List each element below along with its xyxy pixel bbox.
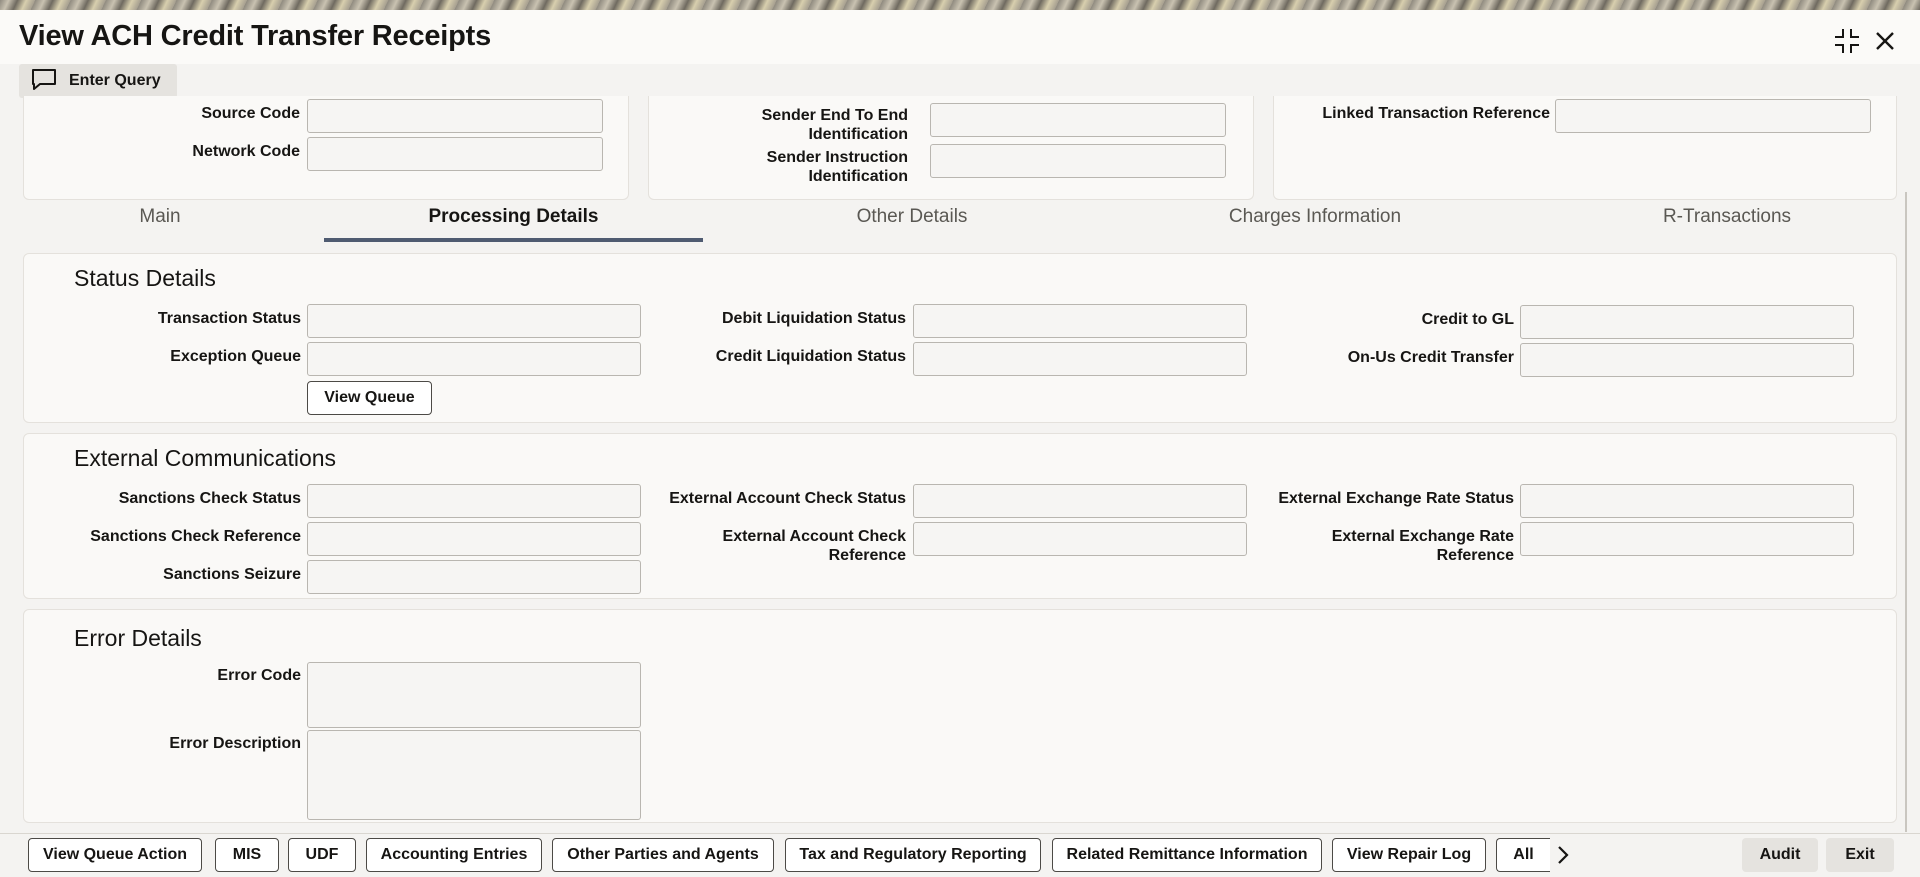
exception-queue-input[interactable] (307, 342, 641, 376)
tab-charges-information[interactable]: Charges Information (1180, 200, 1450, 244)
sanctions-seizure-input[interactable] (307, 560, 641, 594)
credit-liquidation-status-input[interactable] (913, 342, 1247, 376)
ext-account-check-status-label: External Account Check Status (669, 490, 906, 507)
status-details-title: Status Details (74, 265, 216, 291)
source-code-input[interactable] (307, 99, 603, 133)
all-button[interactable]: All (1496, 838, 1550, 872)
tab-main[interactable]: Main (60, 200, 260, 244)
sanctions-check-status-input[interactable] (307, 484, 641, 518)
ext-exchange-rate-reference-label: External Exchange Rate Reference (1331, 528, 1514, 564)
status-details-panel: Status Details Transaction Status Except… (23, 253, 1897, 423)
enter-query-label: Enter Query (69, 72, 161, 89)
exception-queue-label: Exception Queue (170, 348, 301, 365)
sanctions-check-reference-label: Sanctions Check Reference (90, 528, 301, 545)
network-code-label: Network Code (192, 143, 300, 160)
query-toolbar: Enter Query (0, 64, 1920, 100)
error-details-title: Error Details (74, 625, 202, 651)
audit-button[interactable]: Audit (1742, 838, 1818, 872)
linked-transaction-label: Linked Transaction Reference (1322, 105, 1550, 122)
debit-liquidation-status-label: Debit Liquidation Status (722, 310, 906, 327)
ext-exchange-rate-reference-input[interactable] (1520, 522, 1854, 556)
tax-regulatory-reporting-button[interactable]: Tax and Regulatory Reporting (785, 838, 1041, 872)
onus-credit-transfer-input[interactable] (1520, 343, 1854, 377)
debit-liquidation-status-input[interactable] (913, 304, 1247, 338)
view-queue-action-button[interactable]: View Queue Action (28, 838, 202, 872)
tab-r-transactions[interactable]: R-Transactions (1600, 200, 1854, 244)
source-code-label: Source Code (201, 105, 300, 122)
chevron-right-icon[interactable] (1551, 842, 1575, 868)
onus-credit-transfer-label: On-Us Credit Transfer (1347, 349, 1514, 366)
network-code-input[interactable] (307, 137, 603, 171)
mis-button[interactable]: MIS (215, 838, 279, 872)
top-decor-band (0, 0, 1920, 10)
page-title: View ACH Credit Transfer Receipts (19, 20, 492, 52)
ext-exchange-rate-status-input[interactable] (1520, 484, 1854, 518)
sender-instruction-input[interactable] (930, 144, 1226, 178)
ext-exchange-rate-status-label: External Exchange Rate Status (1278, 490, 1514, 507)
header-panel-middle: Sender End To End Identification Sender … (648, 96, 1254, 200)
chat-bubble-icon (31, 68, 57, 95)
sender-e2e-input[interactable] (930, 103, 1226, 137)
sender-e2e-label: Sender End To End Identification (761, 107, 908, 143)
credit-liquidation-status-label: Credit Liquidation Status (715, 348, 906, 365)
ext-account-check-status-input[interactable] (913, 484, 1247, 518)
ext-account-check-reference-input[interactable] (913, 522, 1247, 556)
error-code-input[interactable] (307, 662, 641, 728)
udf-button[interactable]: UDF (288, 838, 356, 872)
sanctions-seizure-label: Sanctions Seizure (163, 566, 301, 583)
sender-instruction-label: Sender Instruction Identification (766, 149, 908, 185)
tab-bar: Main Processing Details Other Details Ch… (0, 200, 1920, 244)
header-panel-left: Source Code Network Code (23, 96, 629, 200)
error-code-label: Error Code (217, 667, 301, 684)
view-repair-log-button[interactable]: View Repair Log (1332, 838, 1486, 872)
transaction-status-input[interactable] (307, 304, 641, 338)
other-parties-agents-button[interactable]: Other Parties and Agents (552, 838, 774, 872)
scrollbar[interactable] (1905, 192, 1907, 832)
external-communications-panel: External Communications Sanctions Check … (23, 433, 1897, 599)
transaction-status-label: Transaction Status (157, 310, 301, 327)
tab-other-details[interactable]: Other Details (780, 200, 1044, 244)
linked-transaction-input[interactable] (1555, 99, 1871, 133)
close-icon[interactable] (1870, 26, 1900, 56)
header-panel-right: Linked Transaction Reference (1273, 96, 1897, 200)
tab-processing-details[interactable]: Processing Details (324, 200, 703, 244)
error-details-panel: Error Details Error Code Error Descripti… (23, 609, 1897, 823)
exit-button[interactable]: Exit (1826, 838, 1894, 872)
related-remittance-info-button[interactable]: Related Remittance Information (1052, 838, 1322, 872)
credit-to-gl-label: Credit to GL (1421, 311, 1514, 328)
accounting-entries-button[interactable]: Accounting Entries (366, 838, 542, 872)
error-description-input[interactable] (307, 730, 641, 820)
view-queue-button[interactable]: View Queue (307, 381, 432, 415)
error-description-label: Error Description (169, 735, 301, 752)
sanctions-check-status-label: Sanctions Check Status (118, 490, 301, 507)
collapse-icon[interactable] (1832, 26, 1862, 56)
sanctions-check-reference-input[interactable] (307, 522, 641, 556)
footer-toolbar: View Queue Action MIS UDF Accounting Ent… (0, 833, 1920, 877)
external-communications-title: External Communications (74, 445, 337, 471)
title-bar: View ACH Credit Transfer Receipts (0, 10, 1920, 64)
credit-to-gl-input[interactable] (1520, 305, 1854, 339)
enter-query-button[interactable]: Enter Query (19, 64, 177, 98)
ext-account-check-reference-label: External Account Check Reference (722, 528, 906, 564)
